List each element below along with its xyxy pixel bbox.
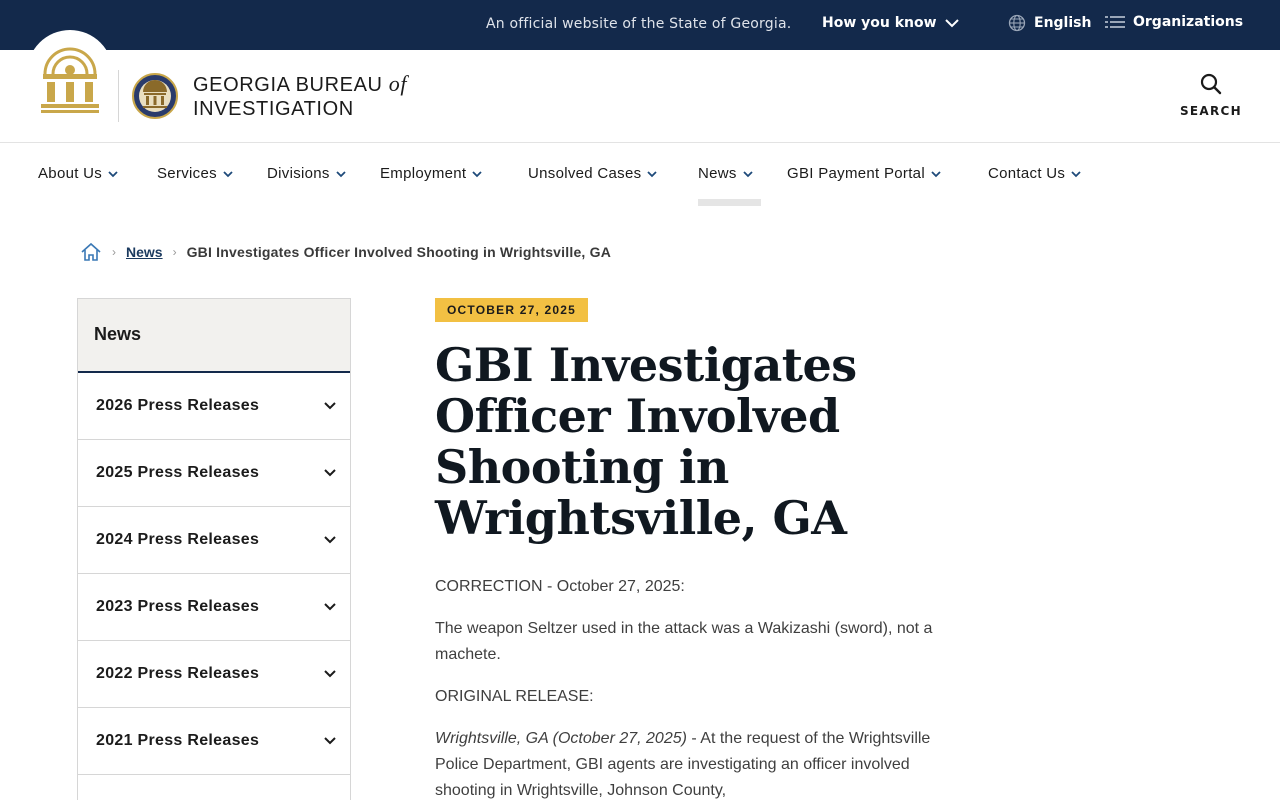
chevron-down-icon [336, 170, 346, 177]
globe-icon [1008, 14, 1026, 32]
chevron-down-icon [324, 737, 336, 745]
chevron-down-icon [1071, 170, 1081, 177]
search-icon [1200, 73, 1222, 95]
news-sidebar: News 2026 Press Releases 2025 Press Rele… [77, 298, 351, 800]
chevron-down-icon [324, 536, 336, 544]
organizations-menu[interactable]: Organizations [1105, 14, 1243, 30]
nav-contact-us[interactable]: Contact Us [988, 165, 1081, 182]
nav-employment[interactable]: Employment [380, 165, 483, 182]
sidebar-item-label: 2026 Press Releases [96, 397, 260, 414]
georgia-seal-link[interactable] [27, 30, 113, 116]
original-release-label: ORIGINAL RELEASE: [435, 688, 594, 705]
search-button[interactable]: SEARCH [1176, 72, 1246, 122]
chevron-down-icon [743, 170, 753, 177]
chevron-down-icon [472, 170, 483, 177]
search-label: SEARCH [1179, 104, 1243, 118]
sidebar-item-2026[interactable]: 2026 Press Releases [78, 373, 350, 440]
correction-heading: CORRECTION - October 27, 2025: [435, 578, 685, 595]
nav-label: News [698, 165, 737, 182]
chevron-down-icon [324, 469, 336, 477]
georgia-state-seal-icon [41, 47, 99, 113]
how-you-know-toggle[interactable]: How you know [822, 15, 959, 31]
nav-divisions[interactable]: Divisions [267, 165, 346, 182]
chevron-down-icon [944, 19, 959, 28]
correction-body: The weapon Seltzer used in the attack wa… [435, 620, 933, 663]
breadcrumb-separator-icon: › [112, 245, 116, 259]
agency-name-of: of [388, 71, 408, 96]
agency-name-line1: GEORGIA BUREAU [193, 74, 383, 96]
nav-news[interactable]: News [698, 165, 753, 182]
nav-gbi-payment-portal[interactable]: GBI Payment Portal [787, 165, 941, 182]
article-lead-paragraph: Wrightsville, GA (October 27, 2025) - At… [435, 726, 955, 800]
how-you-know-label: How you know [822, 15, 937, 31]
home-icon[interactable] [80, 241, 102, 263]
main-navigation: About Us Services Divisions Employment U… [0, 143, 1280, 207]
official-banner: An official website of the State of Geor… [0, 0, 1280, 50]
site-header: GEORGIA BUREAU of INVESTIGATION SEARCH [0, 30, 1280, 143]
sidebar-item-2022[interactable]: 2022 Press Releases [78, 641, 350, 708]
article-dateline: Wrightsville, GA (October 27, 2025) [435, 730, 687, 747]
nav-label: Contact Us [988, 165, 1066, 182]
gbi-seal-icon[interactable] [131, 70, 179, 122]
sidebar-item-2024[interactable]: 2024 Press Releases [78, 507, 350, 574]
nav-services[interactable]: Services [157, 165, 233, 182]
list-icon [1105, 16, 1125, 28]
organizations-label: Organizations [1133, 14, 1244, 30]
breadcrumb-current: GBI Investigates Officer Involved Shooti… [186, 244, 612, 260]
nav-label: Unsolved Cases [528, 165, 642, 182]
sidebar-item-2023[interactable]: 2023 Press Releases [78, 574, 350, 641]
sidebar-title[interactable]: News [78, 299, 350, 373]
sidebar-item-label: 2024 Press Releases [96, 531, 260, 548]
nav-label: Divisions [267, 165, 330, 182]
chevron-down-icon [108, 170, 118, 177]
nav-unsolved-cases[interactable]: Unsolved Cases [528, 165, 658, 182]
article-date-badge: OCTOBER 27, 2025 [435, 298, 589, 322]
sidebar-item-label: 2023 Press Releases [96, 598, 260, 615]
agency-name[interactable]: GEORGIA BUREAU of INVESTIGATION [193, 72, 407, 121]
nav-label: Services [157, 165, 217, 182]
nav-about-us[interactable]: About Us [38, 165, 118, 182]
breadcrumb: › News › GBI Investigates Officer Involv… [80, 241, 611, 263]
chevron-down-icon [324, 402, 336, 410]
sidebar-item-label: 2021 Press Releases [96, 732, 260, 749]
breadcrumb-separator-icon: › [172, 245, 177, 259]
nav-active-indicator [698, 199, 761, 206]
chevron-down-icon [324, 670, 336, 678]
sidebar-item-2021[interactable]: 2021 Press Releases [78, 708, 350, 775]
nav-label: GBI Payment Portal [787, 165, 925, 182]
agency-name-line2: INVESTIGATION [193, 98, 354, 120]
sidebar-item-label: 2025 Press Releases [96, 464, 260, 481]
article-title: GBI Investigates Officer Involved Shooti… [435, 338, 857, 545]
sidebar-item-label: 2022 Press Releases [96, 665, 260, 682]
chevron-down-icon [324, 603, 336, 611]
nav-label: About Us [38, 165, 103, 182]
official-site-text: An official website of the State of Geor… [486, 16, 792, 32]
nav-label: Employment [380, 165, 467, 182]
language-label: English [1034, 15, 1092, 31]
language-selector[interactable]: English [1008, 14, 1091, 32]
chevron-down-icon [223, 170, 233, 177]
chevron-down-icon [647, 170, 658, 177]
chevron-down-icon [931, 170, 941, 177]
sidebar-item-2025[interactable]: 2025 Press Releases [78, 440, 350, 507]
breadcrumb-news-link[interactable]: News [126, 244, 163, 260]
logo-divider [118, 70, 119, 122]
